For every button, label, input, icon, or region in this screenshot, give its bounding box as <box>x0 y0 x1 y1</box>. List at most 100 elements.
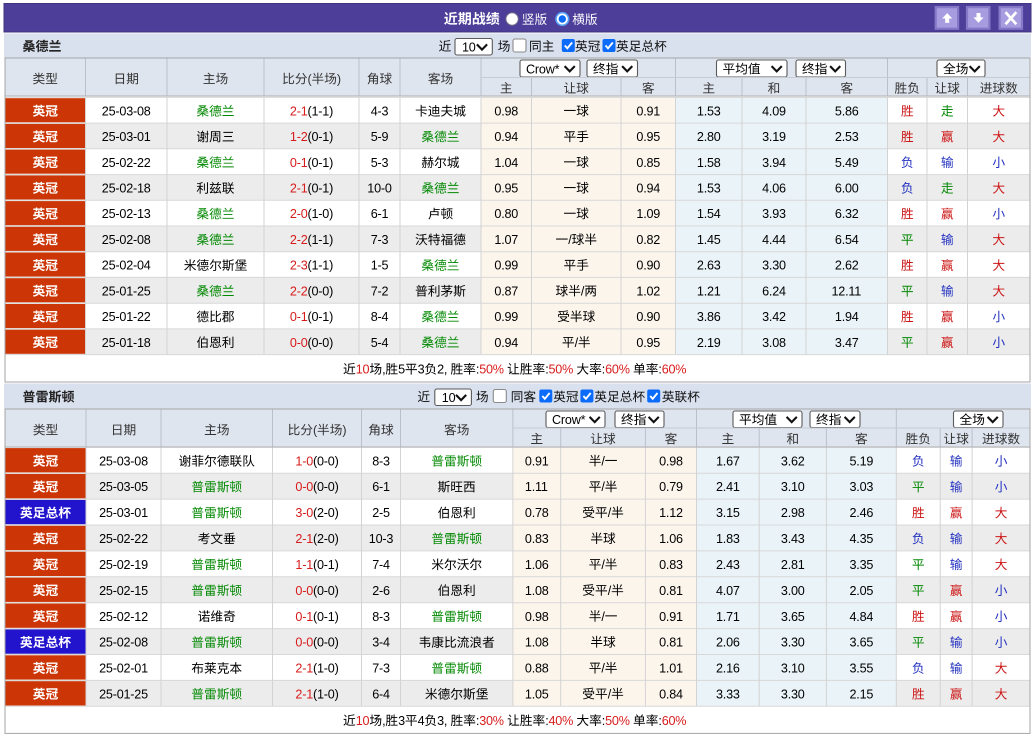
svg-text:0.94: 0.94 <box>494 336 518 350</box>
svg-text:0.88: 0.88 <box>525 662 549 676</box>
svg-text:1.09: 1.09 <box>636 207 660 221</box>
svg-text:1-5: 1-5 <box>371 259 389 273</box>
svg-text:4.44: 4.44 <box>762 233 786 247</box>
svg-text:25-02-08: 25-02-08 <box>102 233 151 247</box>
svg-text:0-0: 0-0 <box>295 636 313 650</box>
svg-text:0.79: 0.79 <box>659 480 683 494</box>
svg-text:0.99: 0.99 <box>494 259 518 273</box>
svg-text:3.10: 3.10 <box>781 480 805 494</box>
svg-text:3.08: 3.08 <box>762 336 786 350</box>
svg-text:4.07: 4.07 <box>716 584 740 598</box>
svg-text:2-1: 2-1 <box>290 182 308 196</box>
svg-text:0.99: 0.99 <box>494 310 518 324</box>
svg-text:0.83: 0.83 <box>525 532 549 546</box>
svg-text:3.19: 3.19 <box>762 130 786 144</box>
svg-text:(0-0): (0-0) <box>313 636 339 650</box>
svg-text:2,: 2, <box>437 363 447 377</box>
svg-text:3.10: 3.10 <box>781 662 805 676</box>
svg-text:3.30: 3.30 <box>762 259 786 273</box>
svg-text:2.43: 2.43 <box>716 558 740 572</box>
svg-text:(0-1): (0-1) <box>308 182 334 196</box>
svg-text:(0-1): (0-1) <box>313 610 339 624</box>
svg-text:25-03-05: 25-03-05 <box>99 480 148 494</box>
svg-text:6-1: 6-1 <box>372 480 390 494</box>
svg-text:1.06: 1.06 <box>525 558 549 572</box>
svg-text:7-4: 7-4 <box>372 558 390 572</box>
svg-text:): ) <box>342 423 346 437</box>
svg-text:1.67: 1.67 <box>716 454 740 468</box>
svg-text:2.19: 2.19 <box>697 336 721 350</box>
svg-text:2-1: 2-1 <box>290 104 308 118</box>
svg-text:(0-0): (0-0) <box>313 480 339 494</box>
svg-text:0.98: 0.98 <box>659 454 683 468</box>
svg-text:0.98: 0.98 <box>494 104 518 118</box>
svg-text:4.06: 4.06 <box>762 182 786 196</box>
svg-text:1.08: 1.08 <box>525 636 549 650</box>
svg-text:Crow*: Crow* <box>552 413 586 427</box>
svg-text:25-03-01: 25-03-01 <box>102 130 151 144</box>
svg-text:25-02-15: 25-02-15 <box>99 584 148 598</box>
svg-text:50%: 50% <box>549 363 574 377</box>
svg-text:3-0: 3-0 <box>295 506 313 520</box>
svg-text:3.65: 3.65 <box>850 636 874 650</box>
svg-text:2-1: 2-1 <box>295 687 313 701</box>
svg-text:3.30: 3.30 <box>781 687 805 701</box>
svg-text:8-3: 8-3 <box>372 454 390 468</box>
svg-text:6.00: 6.00 <box>835 182 859 196</box>
svg-text:(0-0): (0-0) <box>313 584 339 598</box>
svg-text:3-4: 3-4 <box>372 636 390 650</box>
svg-text:25-03-08: 25-03-08 <box>102 104 151 118</box>
svg-text:0-0: 0-0 <box>295 480 313 494</box>
svg-text:2-1: 2-1 <box>295 532 313 546</box>
svg-text:25-02-01: 25-02-01 <box>99 662 148 676</box>
svg-text:40%: 40% <box>549 714 574 728</box>
svg-text:25-02-22: 25-02-22 <box>102 156 151 170</box>
svg-text:1.83: 1.83 <box>716 532 740 546</box>
svg-text:0.91: 0.91 <box>525 454 549 468</box>
svg-text:30%: 30% <box>479 714 504 728</box>
svg-text:2.53: 2.53 <box>835 130 859 144</box>
svg-text:25-02-19: 25-02-19 <box>99 558 148 572</box>
svg-text:0.98: 0.98 <box>525 610 549 624</box>
svg-text:(1-0): (1-0) <box>308 207 334 221</box>
svg-text:8-3: 8-3 <box>372 610 390 624</box>
svg-text:5.19: 5.19 <box>850 454 874 468</box>
svg-text:1.54: 1.54 <box>697 207 721 221</box>
svg-text:0.95: 0.95 <box>636 130 660 144</box>
svg-text:2-6: 2-6 <box>372 584 390 598</box>
svg-text:25-02-12: 25-02-12 <box>99 610 148 624</box>
svg-text:0.94: 0.94 <box>494 130 518 144</box>
svg-text:(1-1): (1-1) <box>308 259 334 273</box>
svg-text:2-2: 2-2 <box>290 233 308 247</box>
svg-text:1.01: 1.01 <box>659 662 683 676</box>
svg-text:(0-0): (0-0) <box>308 284 334 298</box>
svg-text:(0-1): (0-1) <box>313 558 339 572</box>
svg-text:0-0: 0-0 <box>290 336 308 350</box>
svg-text:3: 3 <box>398 714 405 728</box>
svg-text:(0-0): (0-0) <box>308 336 334 350</box>
svg-text:4: 4 <box>418 714 425 728</box>
svg-text:1.53: 1.53 <box>697 182 721 196</box>
svg-text:4.35: 4.35 <box>850 532 874 546</box>
svg-text:(0-1): (0-1) <box>308 156 334 170</box>
svg-text:1.58: 1.58 <box>697 156 721 170</box>
svg-text:7-2: 7-2 <box>371 284 389 298</box>
svg-text:50%: 50% <box>479 363 504 377</box>
svg-text:5-9: 5-9 <box>371 130 389 144</box>
svg-text:2.16: 2.16 <box>716 662 740 676</box>
svg-text:25-03-01: 25-03-01 <box>99 506 148 520</box>
svg-text:3.43: 3.43 <box>781 532 805 546</box>
svg-text:7-3: 7-3 <box>372 662 390 676</box>
svg-text:(2-0): (2-0) <box>313 532 339 546</box>
svg-text:Crow*: Crow* <box>526 62 560 76</box>
svg-text:2.05: 2.05 <box>850 584 874 598</box>
svg-text:0-1: 0-1 <box>290 156 308 170</box>
svg-text:2-5: 2-5 <box>372 506 390 520</box>
svg-text:3.03: 3.03 <box>850 480 874 494</box>
svg-text:1.07: 1.07 <box>494 233 518 247</box>
svg-text:): ) <box>337 72 341 86</box>
svg-text:0.94: 0.94 <box>636 182 660 196</box>
svg-text:(0-1): (0-1) <box>308 310 334 324</box>
svg-text:0.90: 0.90 <box>636 259 660 273</box>
svg-text:1.05: 1.05 <box>525 687 549 701</box>
